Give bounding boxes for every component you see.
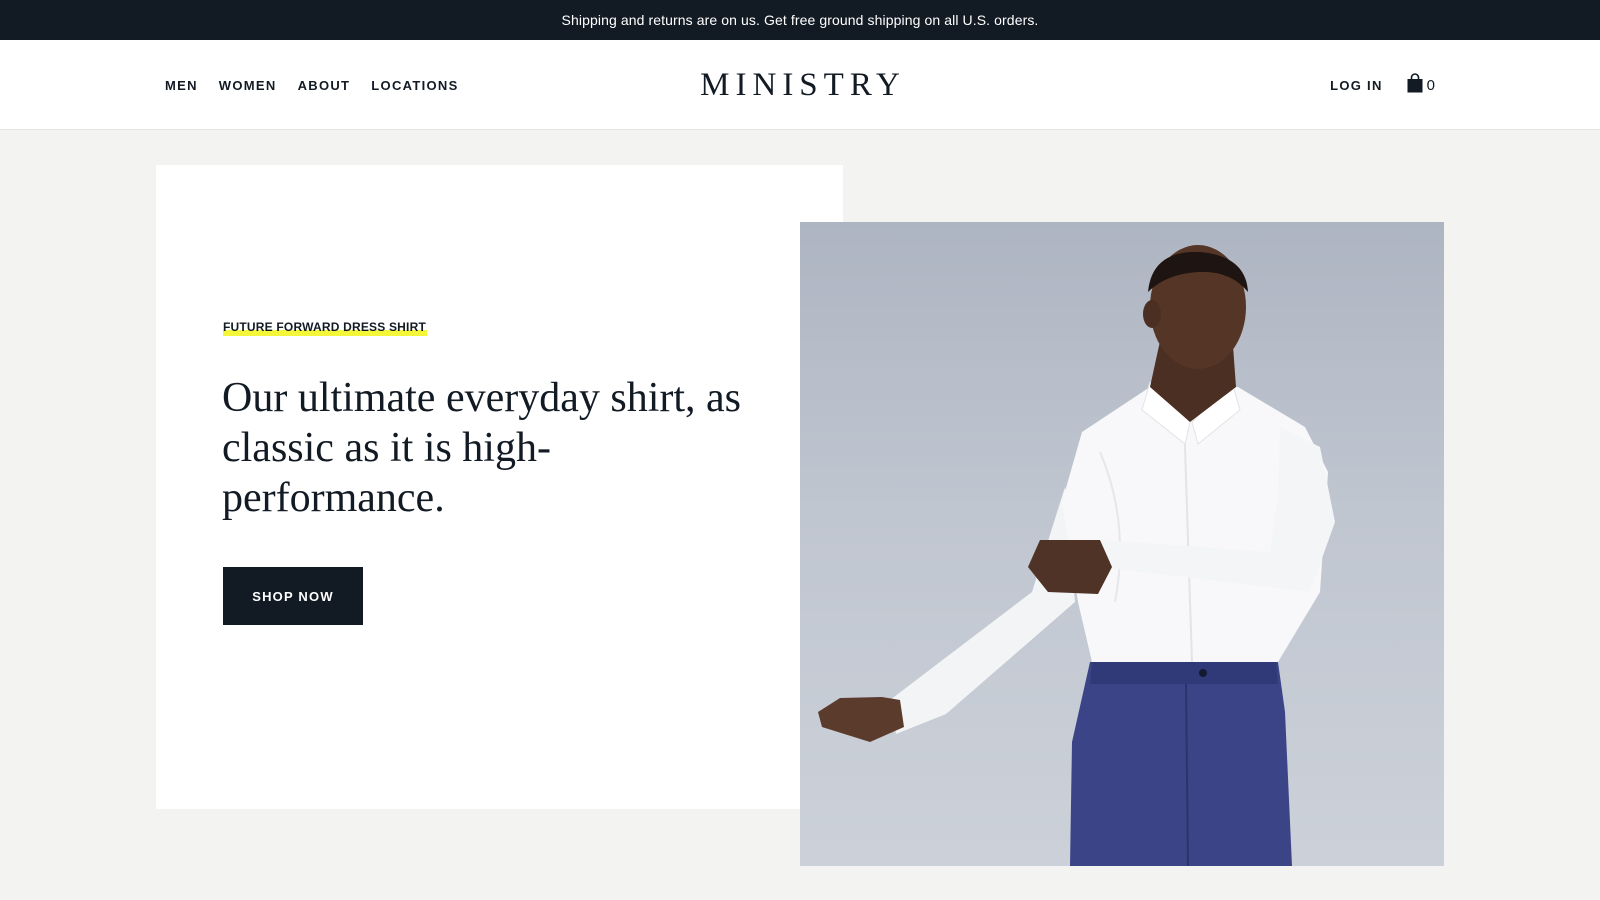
nav-about[interactable]: ABOUT — [298, 78, 351, 93]
announcement-text: Shipping and returns are on us. Get free… — [561, 12, 1039, 28]
brand-logo[interactable]: MINISTRY — [694, 67, 906, 104]
nav-women[interactable]: WOMEN — [219, 78, 277, 93]
shop-now-button[interactable]: SHOP NOW — [223, 567, 363, 625]
cart-button[interactable]: 0 — [1407, 72, 1435, 98]
model-illustration — [818, 245, 1335, 866]
hero-eyebrow: FUTURE FORWARD DRESS SHIRT — [223, 320, 427, 336]
hero-image[interactable] — [800, 222, 1444, 866]
primary-nav: MEN WOMEN ABOUT LOCATIONS — [165, 40, 459, 130]
shopping-bag-icon — [1407, 72, 1423, 98]
site-header: MEN WOMEN ABOUT LOCATIONS MINISTRY LOG I… — [0, 40, 1600, 130]
announcement-bar: Shipping and returns are on us. Get free… — [0, 0, 1600, 40]
hero-headline: Our ultimate everyday shirt, as classic … — [222, 375, 742, 521]
nav-locations[interactable]: LOCATIONS — [371, 78, 458, 93]
login-link[interactable]: LOG IN — [1330, 78, 1383, 93]
account-nav: LOG IN 0 — [1330, 40, 1435, 130]
nav-men[interactable]: MEN — [165, 78, 198, 93]
cart-count: 0 — [1426, 76, 1435, 94]
